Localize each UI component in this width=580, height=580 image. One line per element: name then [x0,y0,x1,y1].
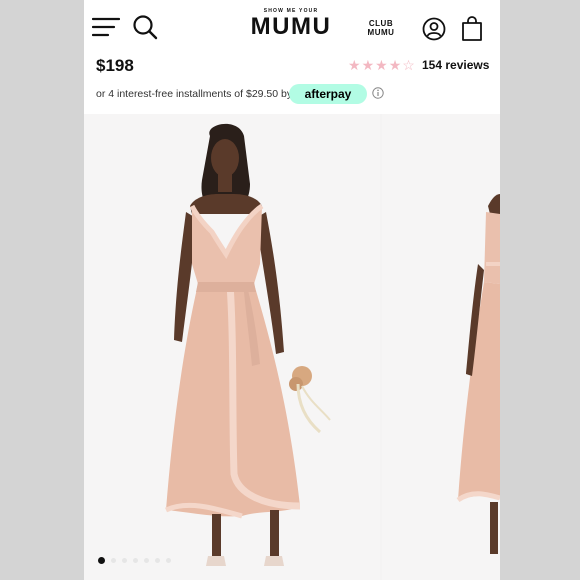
info-icon[interactable] [372,87,384,99]
club-mumu-link[interactable]: CLUB MUMU [364,19,398,37]
right-blurred-background [500,0,580,580]
pagination-dot[interactable] [122,558,127,563]
brand-logo[interactable]: SHOW ME YOUR MUMU [248,8,334,39]
club-label: CLUB [368,19,394,28]
product-price: $198 [96,56,134,75]
star-filled-icon: ★ [361,57,375,73]
pagination-dot[interactable] [111,558,116,563]
phone-screen: SHOW ME YOUR MUMU CLUB MUMU $198 ★ ★ ★ ★ ☆ 1… [84,0,500,580]
afterpay-label: afterpay [304,87,352,101]
shopping-bag-icon[interactable] [461,16,483,42]
star-filled-icon: ★ [375,57,388,73]
product-image-gallery[interactable] [84,114,500,580]
star-rating[interactable]: ★ ★ ★ ★ ☆ [348,57,415,73]
pagination-dot[interactable] [133,558,138,563]
star-filled-icon: ★ [348,57,361,73]
pagination-dot[interactable] [155,558,160,563]
star-filled-icon: ★ [388,57,402,73]
left-blurred-background [0,0,84,580]
reviews-link[interactable]: 154 reviews [422,58,489,72]
search-icon[interactable] [132,14,158,40]
gallery-slide-main[interactable] [84,114,380,580]
gallery-pagination [98,557,171,564]
pagination-dot[interactable] [166,558,171,563]
logo-name: MUMU [250,13,332,40]
product-photo [164,123,331,566]
account-icon[interactable] [422,17,446,41]
pagination-dot[interactable] [144,558,149,563]
next-product-photo [456,194,500,554]
site-header: SHOW ME YOUR MUMU CLUB MUMU [84,0,500,52]
gallery-slide-next[interactable] [382,114,500,580]
afterpay-badge[interactable]: afterpay [289,84,367,104]
pagination-dot[interactable] [98,557,105,564]
club-mumu-label: MUMU [367,28,395,37]
menu-icon[interactable] [92,16,120,38]
star-empty-icon: ☆ [402,57,415,73]
installments-text: or 4 interest-free installments of $29.5… [96,88,293,100]
